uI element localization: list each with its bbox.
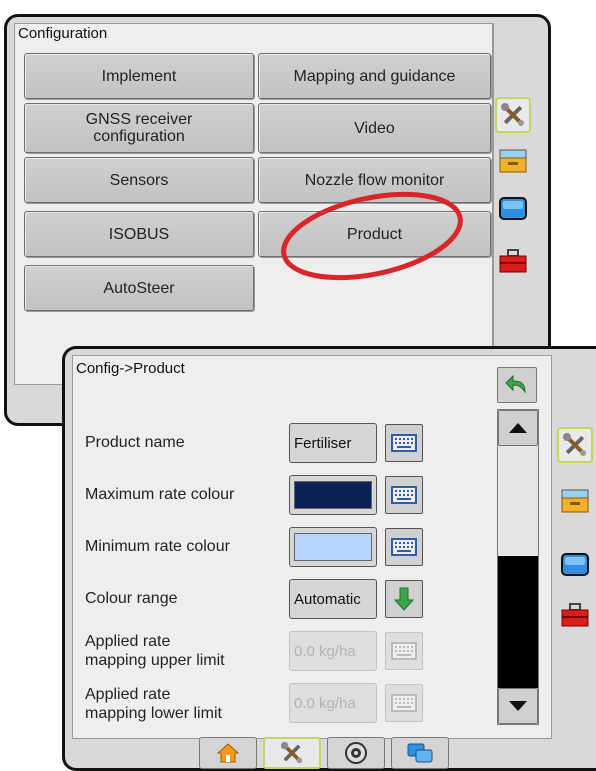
keyboard-icon [391, 434, 417, 452]
side-strip [492, 23, 493, 383]
maximum-rate-colour-field[interactable] [289, 475, 377, 515]
product-name-field[interactable]: Fertiliser [289, 423, 377, 463]
back-arrow-icon [505, 374, 526, 394]
data-drawer-icon [561, 489, 589, 513]
colour-range-field[interactable]: Automatic [289, 579, 377, 619]
scrollbar[interactable] [497, 409, 539, 725]
tools-icon [501, 103, 524, 126]
bottom-tab-gauge[interactable] [327, 737, 385, 769]
display-icon [561, 553, 589, 576]
bottom-tab-views[interactable] [391, 737, 449, 769]
product-name-label: Product name [85, 434, 185, 451]
gnss-receiver-configuration-button[interactable]: GNSS receiver configuration [24, 103, 254, 153]
mapping-and-guidance-button[interactable]: Mapping and guidance [258, 53, 491, 99]
autosteer-button[interactable]: AutoSteer [24, 265, 254, 311]
colour-range-dropdown-button[interactable] [385, 580, 423, 618]
minimum-rate-colour-field[interactable] [289, 527, 377, 567]
product-screen: Config->Product Product name Maximum rat… [62, 346, 596, 771]
home-icon [216, 743, 240, 763]
implement-button[interactable]: Implement [24, 53, 254, 99]
keyboard-icon [391, 538, 417, 556]
tools-icon [563, 433, 586, 456]
data-drawer-icon [499, 149, 527, 173]
side-tab-tools[interactable] [557, 427, 593, 463]
tools-icon [280, 741, 303, 764]
sensors-button[interactable]: Sensors [24, 157, 254, 203]
keyboard-icon [391, 694, 417, 712]
lower-limit-keyboard-button [385, 684, 423, 722]
upper-limit-keyboard-button [385, 632, 423, 670]
product-title: Config->Product [76, 360, 185, 377]
product-name-keyboard-button[interactable] [385, 424, 423, 462]
views-icon [407, 743, 433, 763]
scroll-thumb[interactable] [498, 556, 538, 688]
lower-limit-field: 0.0 kg/ha [289, 683, 377, 723]
display-icon [499, 197, 527, 220]
bottom-tab-home[interactable] [199, 737, 257, 769]
down-triangle-icon [509, 701, 527, 711]
side-tab-toolbox[interactable] [495, 243, 531, 279]
green-down-arrow-icon [394, 587, 414, 611]
product-highlight-ellipse [281, 191, 463, 281]
minimum-rate-colour-swatch [294, 533, 372, 561]
side-tab-data[interactable] [495, 143, 531, 179]
video-button[interactable]: Video [258, 103, 491, 153]
keyboard-icon [391, 486, 417, 504]
side-tab-data[interactable] [557, 483, 593, 519]
gauge-icon [345, 742, 367, 764]
maximum-rate-colour-label: Maximum rate colour [85, 486, 235, 503]
minimum-rate-colour-keyboard-button[interactable] [385, 528, 423, 566]
scroll-up-button[interactable] [498, 410, 538, 446]
side-tab-toolbox[interactable] [557, 597, 593, 633]
maximum-rate-colour-swatch [294, 481, 372, 509]
lower-limit-label: Applied rate mapping lower limit [85, 686, 222, 722]
scroll-track[interactable] [498, 446, 538, 548]
upper-limit-label: Applied rate mapping upper limit [85, 633, 225, 669]
toolbox-icon [499, 249, 527, 273]
isobus-button[interactable]: ISOBUS [24, 211, 254, 257]
back-button[interactable] [497, 367, 537, 403]
side-tab-display[interactable] [495, 191, 531, 227]
configuration-title: Configuration [18, 25, 108, 42]
colour-range-label: Colour range [85, 590, 178, 607]
scroll-down-button[interactable] [498, 688, 538, 724]
minimum-rate-colour-label: Minimum rate colour [85, 538, 230, 555]
side-tab-display[interactable] [557, 547, 593, 583]
toolbox-icon [561, 603, 589, 627]
side-tab-tools[interactable] [495, 97, 531, 133]
bottom-tab-tools[interactable] [263, 737, 321, 769]
upper-limit-field: 0.0 kg/ha [289, 631, 377, 671]
up-triangle-icon [509, 423, 527, 433]
keyboard-icon [391, 642, 417, 660]
maximum-rate-colour-keyboard-button[interactable] [385, 476, 423, 514]
